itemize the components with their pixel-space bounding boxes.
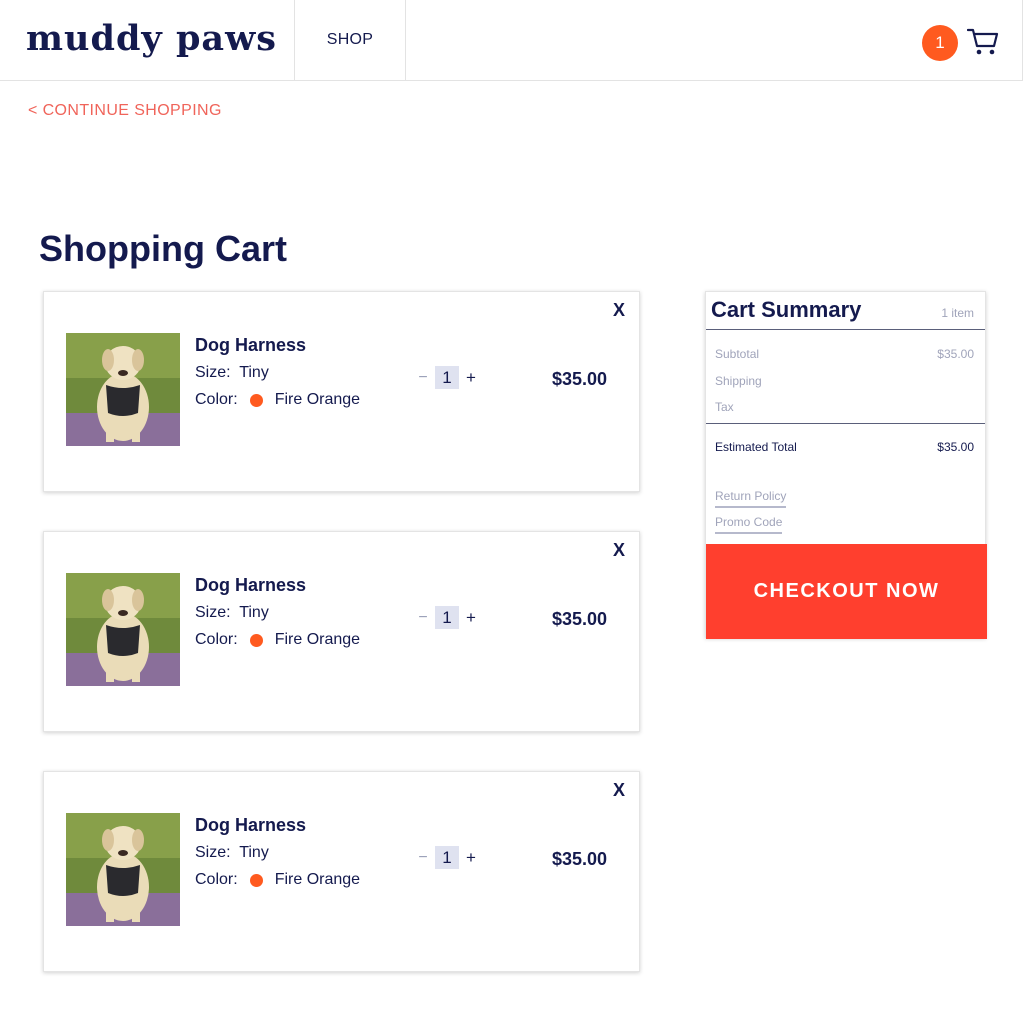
size-value: Tiny — [239, 364, 269, 381]
quantity-value[interactable]: 1 — [435, 846, 459, 869]
item-price: $35.00 — [552, 609, 608, 629]
product-name[interactable]: Dog Harness — [195, 335, 306, 356]
cart-item: X Dog Harness Size: Tiny Color: Fire Ora… — [43, 771, 640, 972]
color-swatch — [249, 873, 263, 887]
color-value: Fire Orange — [274, 871, 361, 888]
total-value: $35.00 — [937, 440, 974, 454]
subtotal-row: Subtotal $35.00 — [715, 347, 974, 361]
item-price: $35.00 — [552, 849, 608, 869]
nav-shop-link[interactable]: SHOP — [294, 0, 406, 80]
product-photo[interactable] — [66, 333, 180, 446]
color-value: Fire Orange — [274, 391, 361, 408]
product-size: Size: Tiny — [195, 844, 269, 862]
remove-item-button[interactable]: X — [613, 780, 625, 801]
size-label: Size: — [195, 364, 231, 381]
estimated-total-row: Estimated Total $35.00 — [715, 440, 974, 454]
quantity-stepper: − 1 + — [414, 846, 480, 869]
subtotal-label: Subtotal — [715, 347, 760, 361]
product-size: Size: Tiny — [195, 604, 269, 622]
cart-item: X Dog Harness Size: Tiny Color: Fire Ora… — [43, 531, 640, 732]
color-label: Color: — [195, 871, 238, 888]
increase-quantity-button[interactable]: + — [462, 608, 480, 628]
cart-icon[interactable] — [967, 27, 999, 57]
remove-item-button[interactable]: X — [613, 300, 625, 321]
site-header: muddy paws SHOP 1 — [0, 0, 1023, 81]
total-label: Estimated Total — [715, 440, 797, 454]
page-title: Shopping Cart — [39, 228, 287, 269]
product-photo[interactable] — [66, 813, 180, 926]
checkout-now-button[interactable]: CHECKOUT NOW — [706, 544, 987, 639]
decrease-quantity-button[interactable]: − — [414, 369, 432, 387]
product-name[interactable]: Dog Harness — [195, 815, 306, 836]
shipping-row: Shipping — [715, 374, 974, 388]
size-label: Size: — [195, 844, 231, 861]
shipping-label: Shipping — [715, 374, 762, 388]
color-swatch — [249, 393, 263, 407]
remove-item-button[interactable]: X — [613, 540, 625, 561]
quantity-stepper: − 1 + — [414, 366, 480, 389]
increase-quantity-button[interactable]: + — [462, 368, 480, 388]
product-size: Size: Tiny — [195, 364, 269, 382]
subtotal-value: $35.00 — [937, 347, 974, 361]
product-color: Color: Fire Orange — [195, 871, 360, 889]
tax-label: Tax — [715, 400, 734, 414]
tax-row: Tax — [715, 400, 974, 414]
brand-logo[interactable]: muddy paws — [26, 18, 277, 59]
product-photo[interactable] — [66, 573, 180, 686]
size-label: Size: — [195, 604, 231, 621]
color-value: Fire Orange — [274, 631, 361, 648]
summary-item-count: 1 item — [941, 306, 974, 320]
continue-shopping-link[interactable]: < CONTINUE SHOPPING — [28, 102, 222, 120]
return-policy-link[interactable]: Return Policy — [715, 489, 787, 508]
color-swatch — [249, 633, 263, 647]
quantity-stepper: − 1 + — [414, 606, 480, 629]
size-value: Tiny — [239, 604, 269, 621]
color-label: Color: — [195, 631, 238, 648]
summary-divider — [706, 329, 985, 330]
color-label: Color: — [195, 391, 238, 408]
cart-count-badge[interactable]: 1 — [922, 25, 958, 61]
decrease-quantity-button[interactable]: − — [414, 849, 432, 867]
cart-summary-panel: Cart Summary 1 item Subtotal $35.00 Ship… — [705, 291, 987, 639]
product-name[interactable]: Dog Harness — [195, 575, 306, 596]
summary-title: Cart Summary — [711, 297, 862, 322]
promo-code-link[interactable]: Promo Code — [715, 515, 783, 534]
product-color: Color: Fire Orange — [195, 631, 360, 649]
decrease-quantity-button[interactable]: − — [414, 609, 432, 627]
cart-item: X Dog Harness Size: Tiny Color: Fire Ora… — [43, 291, 640, 492]
item-price: $35.00 — [552, 369, 608, 389]
increase-quantity-button[interactable]: + — [462, 848, 480, 868]
size-value: Tiny — [239, 844, 269, 861]
product-color: Color: Fire Orange — [195, 391, 360, 409]
quantity-value[interactable]: 1 — [435, 366, 459, 389]
summary-divider — [706, 423, 985, 424]
quantity-value[interactable]: 1 — [435, 606, 459, 629]
